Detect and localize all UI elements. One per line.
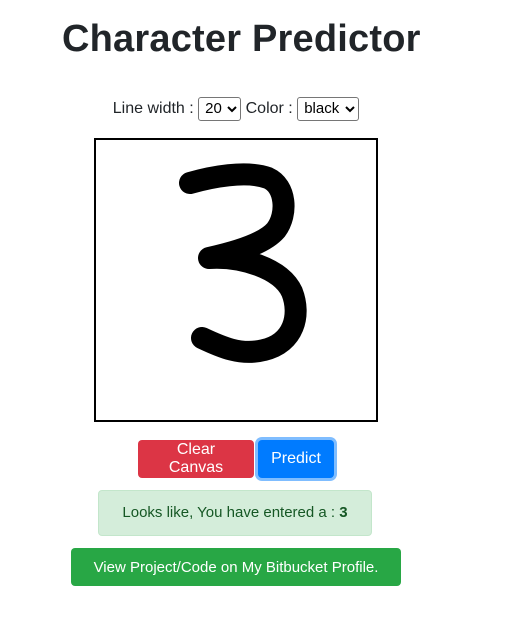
drawing-canvas[interactable] — [94, 138, 378, 422]
line-width-label: Line width : — [112, 100, 194, 117]
canvas-drawing — [179, 163, 307, 363]
line-width-select[interactable]: 20 — [198, 96, 242, 121]
prediction-result-value: 3 — [339, 504, 348, 521]
color-select[interactable]: black — [297, 96, 360, 121]
prediction-result-text: Looks like, You have entered a : — [122, 504, 336, 521]
page: Character Predictor Line width : 20 Colo… — [0, 0, 521, 622]
page-title: Character Predictor — [62, 18, 421, 60]
bitbucket-profile-button[interactable]: View Project/Code on My Bitbucket Profil… — [71, 548, 401, 586]
prediction-result-alert: Looks like, You have entered a : 3 — [98, 490, 372, 536]
clear-canvas-button[interactable]: Clear Canvas — [138, 440, 254, 478]
handwritten-stroke — [179, 163, 307, 363]
predict-button[interactable]: Predict — [258, 440, 334, 478]
drawing-controls: Line width : 20 Color : black — [0, 96, 472, 122]
color-label: Color : — [245, 100, 293, 117]
